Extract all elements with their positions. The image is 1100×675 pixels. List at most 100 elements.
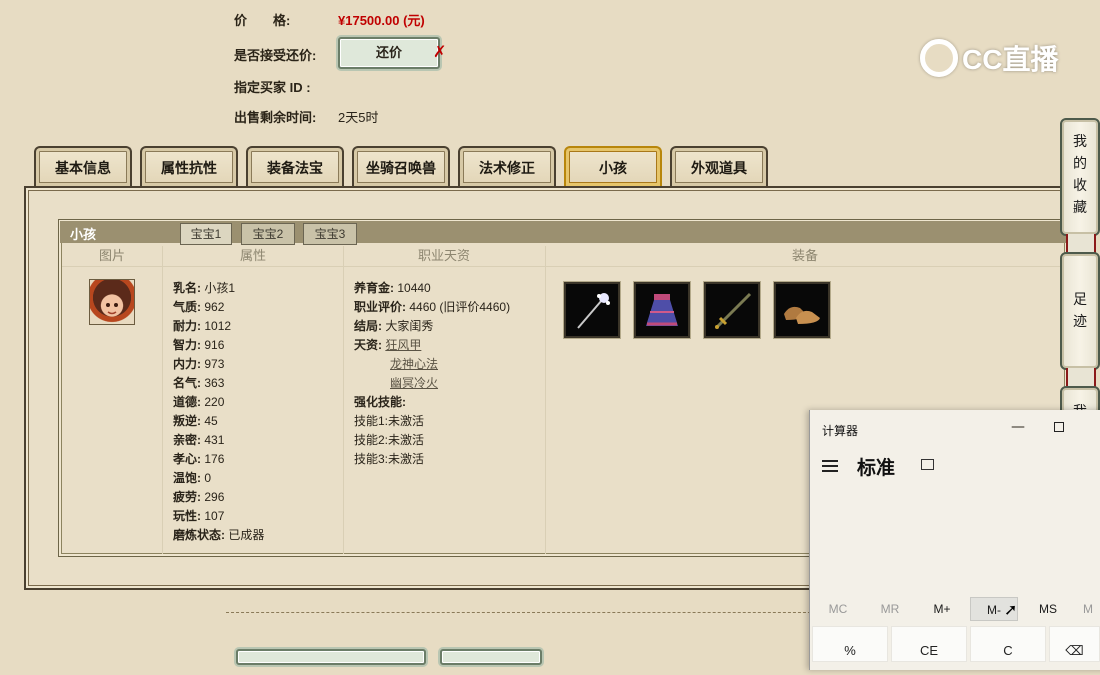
sword-icon [714,292,752,330]
talent-link[interactable]: 龙神心法 [390,355,438,372]
attr-value: 973 [204,357,225,371]
tab-mounts-pets[interactable]: 坐骑召唤兽 [352,146,450,186]
attr-value: 1012 [204,319,232,333]
attr-row: 磨炼状态: 已成器 [173,526,264,543]
minimize-button[interactable]: — [1008,416,1028,438]
side-connector [1066,234,1096,254]
bottom-action-button[interactable] [440,649,542,665]
attr-row: 疲劳: 296 [173,488,224,505]
side-connector [1066,368,1096,388]
skill-key: 技能1: [354,414,389,428]
mouse-cursor-icon: ➚ [1004,602,1018,619]
hamburger-menu-icon[interactable] [822,460,838,472]
memory-recall-button[interactable]: MR [866,597,914,621]
column-image: 图片 [98,248,125,263]
column-divider [545,246,546,554]
attr-row: 耐力: 1012 [173,317,231,334]
attr-row: 温饱: 0 [173,469,211,486]
cursor-marker-icon: ✗ [433,44,447,61]
dashed-separator [226,612,816,613]
attr-key: 智力: [173,338,201,352]
upbringing-row: 养育金: 10440 [354,279,431,296]
attr-value: 363 [204,376,225,390]
watermark-text: CC直播 [962,44,1059,75]
talent-link[interactable]: 狂风甲 [385,338,421,352]
memory-list-button[interactable]: M [1076,597,1100,621]
child-avatar[interactable] [89,279,135,325]
attr-key: 名气: [173,376,201,390]
attr-key: 乳名: [173,281,201,295]
attr-value: 176 [204,452,225,466]
attr-value: 45 [204,414,218,428]
tab-equipment[interactable]: 装备法宝 [246,146,344,186]
attr-key: 内力: [173,357,201,371]
memory-clear-button[interactable]: MC [814,597,862,621]
attr-value: 小孩1 [204,281,236,295]
attr-row: 智力: 916 [173,336,224,353]
skill-value: 未激活 [388,414,425,428]
skill-key: 技能2: [354,433,389,447]
skill-row: 技能2:未激活 [354,431,424,448]
keep-on-top-icon[interactable] [921,459,934,470]
skill-row: 技能1:未激活 [354,412,424,429]
header-divider [62,266,1062,267]
clear-entry-key[interactable]: CE [891,626,967,662]
calculator-title: 计算器 [822,424,859,438]
subtab-baby-1[interactable]: 宝宝1 [180,223,232,245]
rating-label: 职业评价: [354,300,406,314]
attr-value: 431 [204,433,225,447]
attr-row: 玩性: 107 [173,507,224,524]
attr-row: 名气: 363 [173,374,224,391]
price-label: 价 格: [234,13,291,28]
subtab-baby-3[interactable]: 宝宝3 [303,223,357,245]
ending-row: 结局: 大家闺秀 [354,317,433,334]
attr-key: 叛逆: [173,414,201,428]
column-divider [162,246,163,554]
column-divider [343,246,344,554]
attr-key: 道德: [173,395,201,409]
memory-add-button[interactable]: M+ [918,597,966,621]
attr-key: 玩性: [173,509,201,523]
attr-key: 气质: [173,300,201,314]
percent-key[interactable]: % [812,626,888,662]
time-left-value: 2天5时 [338,110,379,125]
tab-appearance-items[interactable]: 外观道具 [670,146,768,186]
footprints-label: 足迹 [1073,291,1087,329]
shoes-icon [784,306,820,324]
time-left-label: 出售剩余时间: [234,110,317,125]
talent-row: 天资: 狂风甲 [354,336,421,353]
tab-spell-correction[interactable]: 法术修正 [458,146,556,186]
skill-value: 未激活 [388,452,425,466]
footprints-side-button[interactable]: 足迹 [1060,252,1100,370]
equip-slot-hairpin[interactable] [564,282,620,338]
clear-key[interactable]: C [970,626,1046,662]
child-panel-title: 小孩 [70,227,97,242]
equip-slot-skirt[interactable] [634,282,690,338]
tab-child[interactable]: 小孩 [564,146,662,186]
maximize-button[interactable] [1054,422,1064,432]
backspace-key[interactable]: ⌫ [1049,626,1100,662]
attr-key: 亲密: [173,433,201,447]
tab-basic-info[interactable]: 基本信息 [34,146,132,186]
attr-row: 亲密: 431 [173,431,224,448]
attr-key: 孝心: [173,452,201,466]
attr-value: 220 [204,395,225,409]
equip-slot-shoes[interactable] [774,282,830,338]
bottom-action-button[interactable] [236,649,426,665]
skills-title-text: 强化技能: [354,395,406,409]
hairpin-icon [577,293,610,329]
attr-value: 916 [204,338,225,352]
equip-slot-sword[interactable] [704,282,760,338]
memory-store-button[interactable]: MS [1024,597,1072,621]
child-face-icon [106,303,118,315]
skill-key: 技能3: [354,452,389,466]
attr-row: 内力: 973 [173,355,224,372]
upbringing-value: 10440 [397,281,431,295]
counter-offer-button[interactable]: 还价 [338,37,440,69]
skirt-icon [646,294,678,326]
subtab-baby-2[interactable]: 宝宝2 [241,223,295,245]
tab-attributes[interactable]: 属性抗性 [140,146,238,186]
attr-value: 296 [204,490,225,504]
talent-link[interactable]: 幽冥冷火 [390,374,438,391]
favorites-side-button[interactable]: 我的收藏 [1060,118,1100,236]
